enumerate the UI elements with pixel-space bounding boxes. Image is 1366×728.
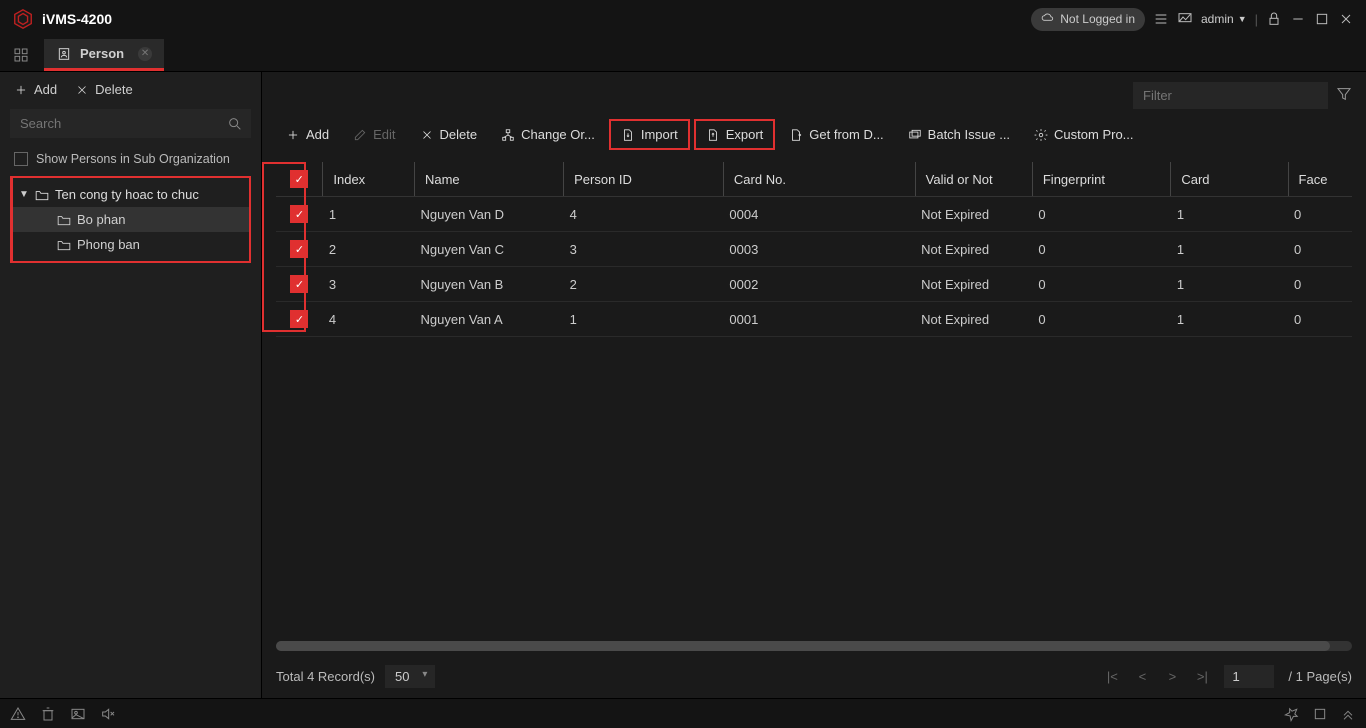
tree-root-item[interactable]: ▼ Ten cong ty hoac to chuc xyxy=(13,182,249,207)
close-icon[interactable] xyxy=(1338,11,1354,27)
page-last-button[interactable]: >| xyxy=(1194,669,1210,684)
alert-icon[interactable] xyxy=(10,706,26,722)
tree-child-label: Bo phan xyxy=(77,212,125,227)
tabbar: Person ✕ xyxy=(0,38,1366,72)
checkbox-icon xyxy=(14,152,28,166)
tab-close-icon[interactable]: ✕ xyxy=(138,47,152,61)
toolbar: Add Edit Delete Change Or... Import Expo… xyxy=(262,119,1366,162)
tree-child-item[interactable]: Bo phan xyxy=(13,207,249,232)
tree-root-label: Ten cong ty hoac to chuc xyxy=(55,187,199,202)
filter-input[interactable] xyxy=(1133,82,1328,109)
col-fingerprint[interactable]: Fingerprint xyxy=(1032,162,1170,197)
chevron-down-icon: ▼ xyxy=(1238,14,1247,24)
tab-label: Person xyxy=(80,46,124,61)
login-status-text: Not Logged in xyxy=(1060,12,1135,26)
lock-icon[interactable] xyxy=(1266,11,1282,27)
table-header-row: ✓ Index Name Person ID Card No. Valid or… xyxy=(276,162,1352,197)
app-logo-icon xyxy=(12,8,34,30)
login-status-pill[interactable]: Not Logged in xyxy=(1031,8,1145,31)
table-row[interactable]: ✓3Nguyen Van B20002Not Expired010 xyxy=(276,267,1352,302)
tree-child-item[interactable]: Phong ban xyxy=(13,232,249,257)
sidebar-add-button[interactable]: Add xyxy=(14,82,57,97)
col-card-no[interactable]: Card No. xyxy=(723,162,915,197)
mute-icon[interactable] xyxy=(100,706,116,722)
col-card[interactable]: Card xyxy=(1171,162,1288,197)
user-dropdown[interactable]: admin ▼ xyxy=(1201,12,1247,26)
table-wrap: ✓ Index Name Person ID Card No. Valid or… xyxy=(262,162,1366,641)
maximize-icon[interactable] xyxy=(1314,11,1330,27)
pagination-footer: Total 4 Record(s) 50 |< < > >| / 1 Page(… xyxy=(262,659,1366,698)
show-sub-org-label: Show Persons in Sub Organization xyxy=(36,152,230,166)
tab-person[interactable]: Person ✕ xyxy=(44,39,164,71)
sidebar-search-input[interactable] xyxy=(10,109,251,138)
page-next-button[interactable]: > xyxy=(1164,669,1180,684)
trash-icon[interactable] xyxy=(40,706,56,722)
page-input[interactable] xyxy=(1224,665,1274,688)
filter-icon[interactable] xyxy=(1336,86,1352,105)
get-from-device-button[interactable]: Get from D... xyxy=(779,121,893,148)
table-row[interactable]: ✓2Nguyen Van C30003Not Expired010 xyxy=(276,232,1352,267)
sidebar-delete-button[interactable]: Delete xyxy=(75,82,133,97)
expand-icon[interactable] xyxy=(1340,706,1356,722)
table-row[interactable]: ✓4Nguyen Van A10001Not Expired010 xyxy=(276,302,1352,337)
col-name[interactable]: Name xyxy=(414,162,563,197)
batch-issue-button[interactable]: Batch Issue ... xyxy=(898,121,1020,148)
restore-icon[interactable] xyxy=(1312,706,1328,722)
tree-child-label: Phong ban xyxy=(77,237,140,252)
monitor-icon[interactable] xyxy=(1177,11,1193,27)
col-face[interactable]: Face xyxy=(1288,162,1352,197)
page-prev-button[interactable]: < xyxy=(1134,669,1150,684)
custom-property-button[interactable]: Custom Pro... xyxy=(1024,121,1143,148)
statusbar xyxy=(0,698,1366,728)
table-row[interactable]: ✓1Nguyen Van D40004Not Expired010 xyxy=(276,197,1352,232)
import-button[interactable]: Import xyxy=(609,119,690,150)
folder-icon xyxy=(57,239,71,251)
person-table: ✓ Index Name Person ID Card No. Valid or… xyxy=(276,162,1352,337)
horizontal-scrollbar[interactable] xyxy=(276,641,1352,651)
titlebar: iVMS-4200 Not Logged in admin ▼ | xyxy=(0,0,1366,38)
image-icon[interactable] xyxy=(70,706,86,722)
page-size-select[interactable]: 50 xyxy=(385,665,435,688)
sidebar: Add Delete Show Persons in Sub Organizat… xyxy=(0,72,262,698)
delete-button[interactable]: Delete xyxy=(410,121,488,148)
list-icon[interactable] xyxy=(1153,11,1169,27)
add-button[interactable]: Add xyxy=(276,121,339,148)
cloud-icon xyxy=(1041,11,1055,28)
sidebar-delete-label: Delete xyxy=(95,82,133,97)
edit-button[interactable]: Edit xyxy=(343,121,405,148)
col-person-id[interactable]: Person ID xyxy=(564,162,724,197)
app-title: iVMS-4200 xyxy=(42,11,112,27)
org-tree: ▼ Ten cong ty hoac to chuc Bo phan Phong… xyxy=(10,176,251,263)
page-first-button[interactable]: |< xyxy=(1104,669,1120,684)
col-valid[interactable]: Valid or Not xyxy=(915,162,1032,197)
search-icon[interactable] xyxy=(227,116,243,135)
page-total-label: / 1 Page(s) xyxy=(1288,669,1352,684)
home-tab[interactable] xyxy=(0,39,42,71)
show-sub-org-checkbox[interactable]: Show Persons in Sub Organization xyxy=(10,148,251,176)
person-tab-icon xyxy=(56,46,72,62)
checkbox-column-highlight xyxy=(262,162,306,332)
total-records-label: Total 4 Record(s) xyxy=(276,669,375,684)
folder-icon xyxy=(35,189,49,201)
content-area: Add Edit Delete Change Or... Import Expo… xyxy=(262,72,1366,698)
user-label: admin xyxy=(1201,12,1234,26)
folder-icon xyxy=(57,214,71,226)
col-index[interactable]: Index xyxy=(323,162,415,197)
sidebar-add-label: Add xyxy=(34,82,57,97)
change-org-button[interactable]: Change Or... xyxy=(491,121,605,148)
minimize-icon[interactable] xyxy=(1290,11,1306,27)
export-button[interactable]: Export xyxy=(694,119,776,150)
caret-down-icon: ▼ xyxy=(19,189,29,200)
pin-icon[interactable] xyxy=(1284,706,1300,722)
